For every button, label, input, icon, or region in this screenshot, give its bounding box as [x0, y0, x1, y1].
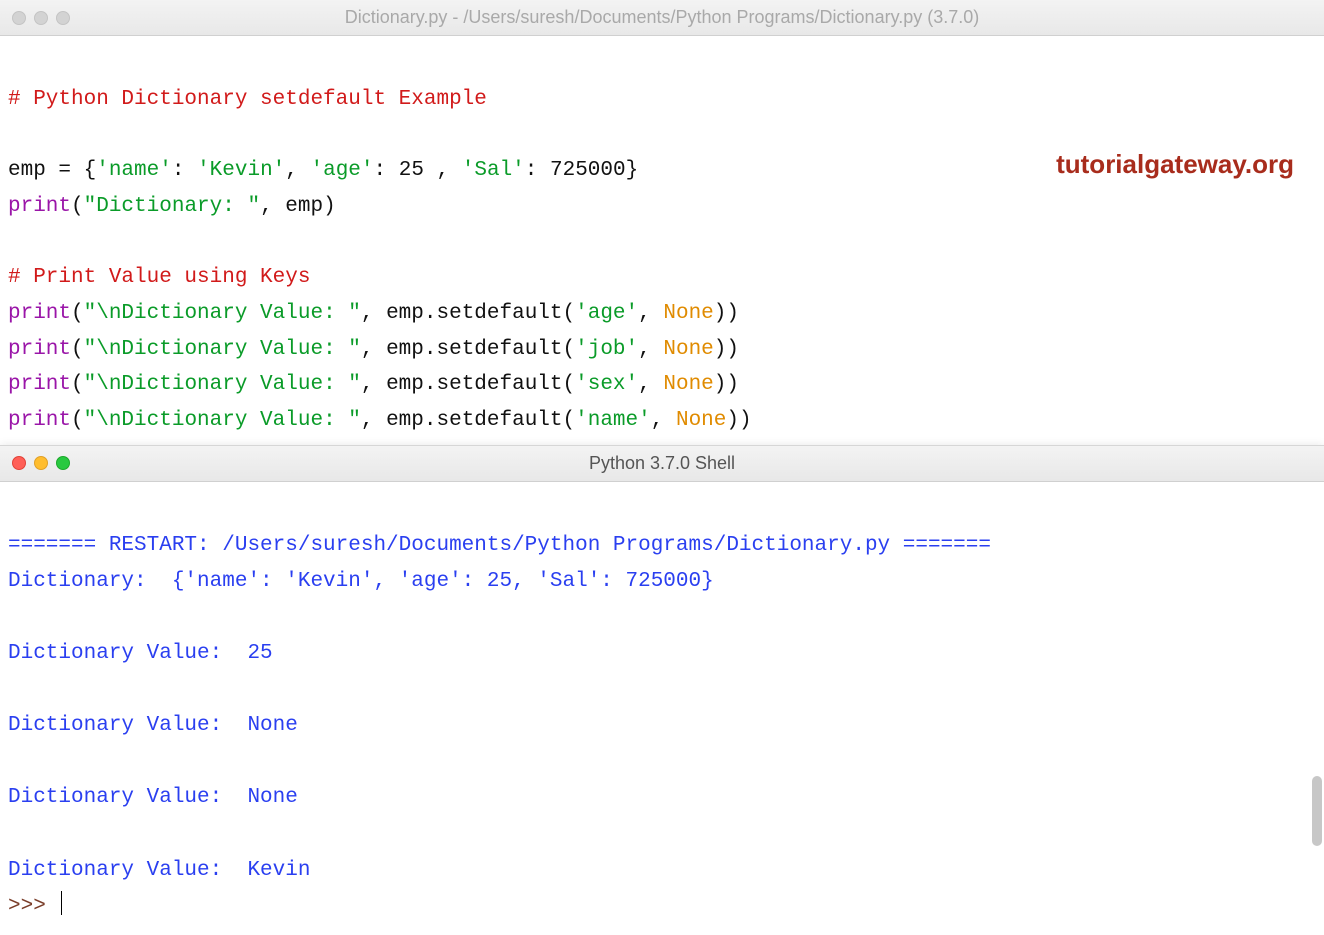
watermark-text: tutorialgateway.org [1056, 142, 1294, 186]
scrollbar-vertical[interactable] [1312, 446, 1322, 935]
maximize-icon[interactable] [56, 11, 70, 25]
minimize-icon[interactable] [34, 456, 48, 470]
code-text: print("\nDictionary Value: ", emp.setdef… [8, 373, 739, 396]
shell-output-line: Dictionary Value: 25 [8, 642, 273, 665]
shell-output[interactable]: ======= RESTART: /Users/suresh/Documents… [0, 482, 1324, 935]
shell-traffic-lights [12, 456, 70, 470]
shell-titlebar: Python 3.7.0 Shell [0, 446, 1324, 482]
code-comment: # Python Dictionary setdefault Example [8, 88, 487, 111]
editor-titlebar: Dictionary.py - /Users/suresh/Documents/… [0, 0, 1324, 36]
close-icon[interactable] [12, 456, 26, 470]
shell-output-line: Dictionary Value: None [8, 714, 298, 737]
editor-window-title: Dictionary.py - /Users/suresh/Documents/… [0, 7, 1324, 28]
code-text: print("\nDictionary Value: ", emp.setdef… [8, 302, 739, 325]
shell-restart-line: ======= RESTART: /Users/suresh/Documents… [8, 534, 991, 557]
scrollbar-thumb[interactable] [1312, 776, 1322, 846]
maximize-icon[interactable] [56, 456, 70, 470]
code-text: emp = {'name': 'Kevin', 'age': 25 , 'Sal… [8, 159, 638, 182]
code-editor[interactable]: tutorialgateway.org # Python Dictionary s… [0, 36, 1324, 445]
code-text: print("\nDictionary Value: ", emp.setdef… [8, 409, 752, 432]
shell-output-line: Dictionary Value: Kevin [8, 859, 310, 882]
minimize-icon[interactable] [34, 11, 48, 25]
text-cursor-icon [61, 891, 62, 915]
shell-prompt: >>> [8, 895, 58, 918]
close-icon[interactable] [12, 11, 26, 25]
shell-output-line: Dictionary Value: None [8, 786, 298, 809]
editor-traffic-lights [12, 11, 70, 25]
code-comment: # Print Value using Keys [8, 266, 310, 289]
shell-output-line: Dictionary: {'name': 'Kevin', 'age': 25,… [8, 570, 714, 593]
code-text: print("\nDictionary Value: ", emp.setdef… [8, 338, 739, 361]
shell-window-title: Python 3.7.0 Shell [0, 453, 1324, 474]
code-text: print("Dictionary: ", emp) [8, 195, 336, 218]
